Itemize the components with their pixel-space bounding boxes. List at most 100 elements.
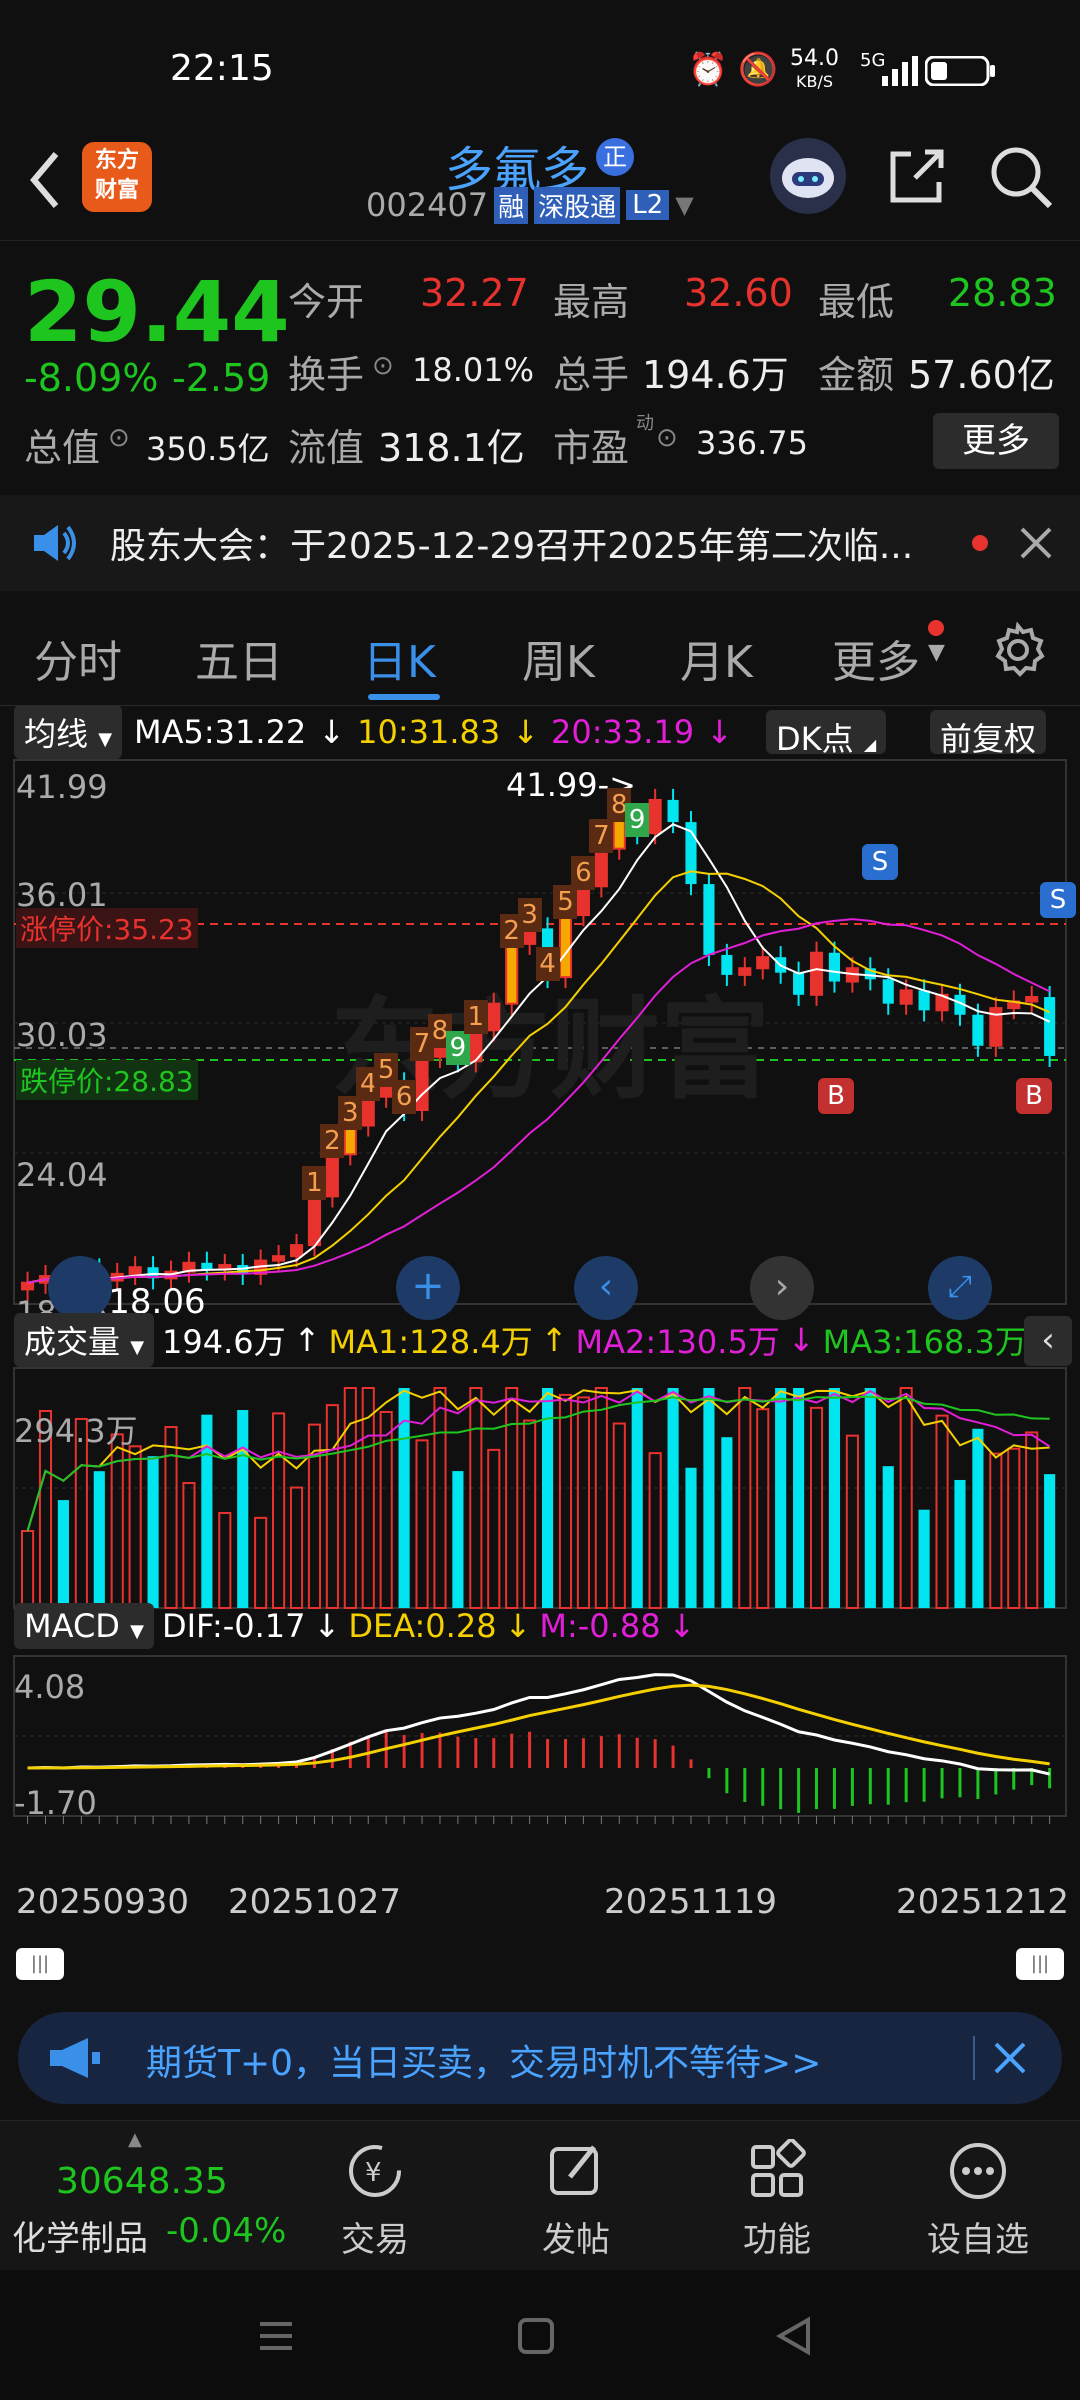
collapse-button[interactable]: ‹: [1024, 1316, 1072, 1366]
nav-trade[interactable]: ¥ 交易: [295, 2139, 455, 2261]
volume-bar: [21, 1530, 35, 1609]
net-unit: KB/S: [795, 72, 833, 91]
scroll-right-button[interactable]: ›: [750, 1256, 814, 1320]
dropdown-icon[interactable]: ▼: [675, 191, 693, 219]
scroll-left-fast-button[interactable]: [48, 1256, 112, 1320]
chevron-right-icon: ›: [774, 1266, 790, 1307]
buy-signal[interactable]: B: [1016, 1078, 1052, 1114]
low-value: 28.83: [948, 271, 1057, 315]
banner-text[interactable]: 期货T+0，当日买卖，交易时机不等待>>: [146, 2034, 821, 2086]
tab-daily-k[interactable]: 日K: [363, 626, 436, 690]
tab-indicator: [368, 694, 440, 700]
macd-selector[interactable]: MACD ▼: [14, 1603, 154, 1649]
volume-value: 194.6万: [162, 1323, 286, 1361]
range-handle-right[interactable]: |||: [1016, 1948, 1064, 1980]
volume-bar: [882, 1466, 894, 1608]
candle: [756, 956, 770, 970]
status-bar: 22:15 ⏰ 🔕 54.0 KB/S 5G: [0, 0, 1080, 130]
tab-weekly-k[interactable]: 周K: [522, 626, 595, 690]
back-nav-icon[interactable]: [774, 2316, 814, 2356]
nav-add-watchlist[interactable]: 设自选: [898, 2139, 1058, 2261]
range-handle-left[interactable]: |||: [16, 1948, 64, 1980]
float-label: 流值: [288, 426, 365, 470]
volume-ma-lines: [26, 1389, 1051, 1532]
date-axis-ticks: [27, 1816, 1051, 1824]
candle: [1025, 996, 1039, 1003]
tab-minute[interactable]: 分时: [34, 626, 122, 690]
vol-ma1: MA1:128.4万: [328, 1323, 533, 1361]
nav-post[interactable]: 发帖: [496, 2139, 656, 2261]
more-circle-icon: [950, 2143, 1006, 2199]
tab-five-day[interactable]: 五日: [195, 626, 283, 690]
sequence-number: 9: [625, 803, 650, 838]
ma20-value: 20:33.19: [551, 713, 695, 751]
settings-gear-icon[interactable]: [990, 622, 1046, 678]
open-label: 今开: [288, 280, 365, 324]
svg-text:¥: ¥: [365, 2158, 382, 2188]
unread-dot: [972, 535, 988, 551]
volume-bar: [954, 1479, 966, 1608]
back-icon[interactable]: [24, 148, 64, 212]
volume-max-label: 294.3万: [14, 1412, 138, 1450]
close-icon[interactable]: [1018, 525, 1054, 561]
volume-bar: [254, 1516, 268, 1610]
volume-bar: [738, 1387, 752, 1609]
chart-area[interactable]: 东方财富 均线 ▼ MA5:31.22 ↓ 10:31.83 ↓ 20:33.19 ↓…: [0, 705, 1080, 1980]
volume-bar: [612, 1422, 626, 1609]
volume-bar: [775, 1388, 787, 1608]
sell-signal[interactable]: S: [1040, 882, 1076, 918]
fullscreen-button[interactable]: ⤢: [928, 1256, 992, 1320]
chevron-up-icon[interactable]: ▲: [128, 2129, 142, 2150]
close-icon[interactable]: [992, 2040, 1028, 2076]
menu-icon[interactable]: [256, 2316, 296, 2356]
volume-bar: [469, 1387, 483, 1609]
candle: [793, 972, 805, 995]
scroll-left-button[interactable]: ‹: [574, 1256, 638, 1320]
period-tabs: 分时 五日 日K 周K 月K 更多 ▼: [0, 596, 1080, 706]
volume-bar: [667, 1388, 679, 1608]
assistant-avatar[interactable]: [770, 138, 846, 214]
sell-signal[interactable]: S: [862, 844, 898, 880]
share-icon[interactable]: [885, 144, 949, 208]
volume-selector[interactable]: 成交量 ▼: [14, 1313, 155, 1367]
volume-bar: [433, 1387, 447, 1609]
ma5-value: MA5:31.22: [134, 713, 307, 751]
volume-bar: [343, 1387, 357, 1609]
candle: [882, 979, 894, 1004]
volume-bar: [972, 1428, 984, 1608]
ad-banner[interactable]: 期货T+0，当日买卖，交易时机不等待>>: [18, 2012, 1062, 2104]
info-icon[interactable]: ⊙: [108, 423, 130, 453]
sequence-number: 6: [571, 856, 596, 891]
volume-bar: [523, 1419, 537, 1609]
macd-legend: MACD ▼ DIF:-0.17 ↓ DEA:0.28 ↓ M:-0.88 ↓: [14, 1603, 695, 1649]
volume-bar: [703, 1388, 715, 1608]
edit-icon: [550, 2145, 598, 2195]
volume-bar: [237, 1410, 249, 1608]
index-name[interactable]: 化学制品: [12, 2211, 148, 2260]
dk-point-button[interactable]: DK点 ◢: [766, 710, 887, 758]
apps-icon: [751, 2138, 806, 2197]
macd-bars: [43, 1731, 1052, 1813]
notice-bar[interactable]: 股东大会：于2025-12-29召开2025年第二次临...: [0, 495, 1080, 591]
search-icon[interactable]: [988, 144, 1054, 210]
buy-signal[interactable]: B: [818, 1078, 854, 1114]
adjust-button[interactable]: 前复权: [930, 710, 1047, 758]
macd-lines: [27, 1673, 1050, 1776]
tab-monthly-k[interactable]: 月K: [680, 626, 753, 690]
home-icon[interactable]: [516, 2316, 556, 2356]
pe-sup: 动: [636, 413, 654, 434]
candle: [325, 1153, 339, 1198]
info-icon[interactable]: ⊙: [372, 351, 394, 381]
tab-more[interactable]: 更多: [832, 626, 920, 690]
volume-bar: [361, 1387, 375, 1609]
index-pct[interactable]: -0.04%: [166, 2211, 286, 2251]
index-value[interactable]: 30648.35: [56, 2161, 228, 2202]
nav-features[interactable]: 功能: [697, 2138, 857, 2261]
zoom-in-button[interactable]: +: [396, 1256, 460, 1320]
more-button[interactable]: 更多: [933, 413, 1059, 469]
info-icon[interactable]: ⊙: [656, 423, 678, 453]
ma-selector[interactable]: 均线 ▼: [14, 705, 123, 759]
notice-text[interactable]: 股东大会：于2025-12-29召开2025年第二次临...: [110, 517, 940, 569]
macd-min-label: -1.70: [14, 1784, 97, 1822]
candle: [21, 1281, 35, 1291]
